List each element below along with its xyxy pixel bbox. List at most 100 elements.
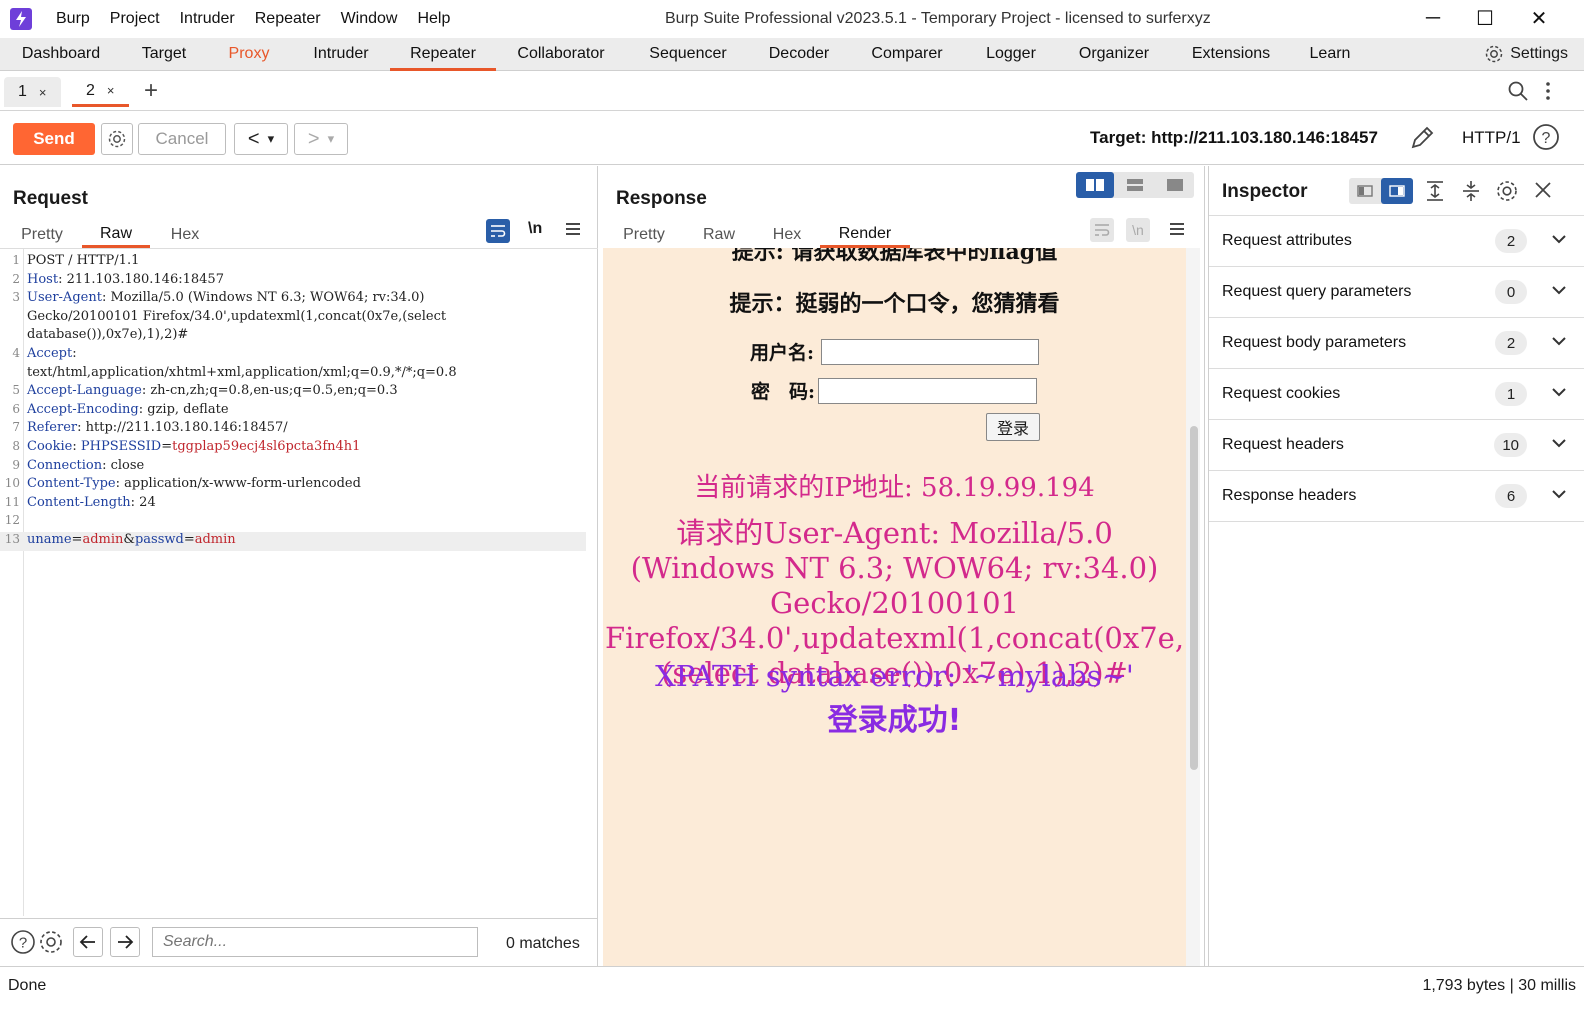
add-tab-button[interactable]: + — [144, 77, 158, 105]
code-line[interactable]: 5 Accept-Language: zh-cn,zh;q=0.8,en-us;q… — [0, 383, 586, 402]
request-tab-pretty[interactable]: Pretty — [12, 222, 72, 248]
response-tab-pretty[interactable]: Pretty — [614, 222, 674, 248]
menu-window[interactable]: Window — [331, 10, 408, 28]
password-field[interactable] — [818, 378, 1037, 404]
repeater-tab-1[interactable]: 1 × — [4, 77, 61, 107]
chevron-down-icon[interactable] — [1551, 436, 1567, 454]
request-tab-hex[interactable]: Hex — [158, 222, 212, 248]
previous-match-button[interactable] — [73, 927, 103, 957]
inspector-section[interactable]: Request body parameters 2 — [1209, 318, 1584, 369]
newline-toggle[interactable]: \n — [1126, 218, 1150, 242]
code-line[interactable]: database()),0x7e),1),2)# — [0, 327, 586, 346]
login-button[interactable]: 登录 — [986, 413, 1040, 441]
code-line[interactable]: 6 Accept-Encoding: gzip, deflate — [0, 402, 586, 421]
code-line[interactable]: 12 — [0, 513, 586, 532]
tab-intruder[interactable]: Intruder — [292, 38, 390, 70]
hamburger-menu-icon[interactable] — [565, 222, 581, 241]
tab-organizer[interactable]: Organizer — [1056, 38, 1172, 70]
close-icon[interactable] — [1533, 180, 1553, 205]
gear-icon[interactable] — [36, 927, 66, 957]
username-field[interactable] — [821, 339, 1039, 365]
tab-learn[interactable]: Learn — [1290, 38, 1370, 70]
code-line[interactable]: 4 Accept: — [0, 346, 586, 365]
code-line[interactable]: text/html,application/xhtml+xml,applicat… — [0, 365, 586, 384]
chevron-down-icon[interactable] — [1551, 334, 1567, 352]
inspector-section[interactable]: Response headers 6 — [1209, 471, 1584, 522]
render-scrollbar[interactable] — [1186, 248, 1200, 966]
code-line[interactable]: 13 uname=admin&passwd=admin — [0, 532, 586, 551]
inspector-section[interactable]: Request headers 10 — [1209, 420, 1584, 471]
code-line[interactable]: 7 Referer: http://211.103.180.146:18457/ — [0, 420, 586, 439]
collapse-all-icon[interactable] — [1461, 180, 1481, 207]
layout-top-bottom-icon[interactable] — [1116, 172, 1154, 198]
scrollbar-thumb[interactable] — [1190, 426, 1198, 770]
search-input[interactable] — [152, 927, 478, 957]
tab-proxy[interactable]: Proxy — [206, 38, 292, 70]
tab-repeater[interactable]: Repeater — [390, 38, 496, 71]
newline-toggle[interactable]: \n — [528, 220, 542, 238]
inspector-right-layout-icon[interactable] — [1381, 178, 1413, 204]
tab-logger[interactable]: Logger — [966, 38, 1056, 70]
chevron-down-icon[interactable]: ▾ — [328, 131, 335, 147]
send-button[interactable]: Send — [13, 123, 95, 155]
tab-comparer[interactable]: Comparer — [848, 38, 966, 70]
menu-burp[interactable]: Burp — [46, 10, 100, 28]
hamburger-menu-icon[interactable] — [1169, 222, 1185, 241]
help-icon[interactable]: ? — [8, 927, 38, 957]
search-icon[interactable] — [1507, 80, 1529, 107]
inspector-section[interactable]: Request query parameters 0 — [1209, 267, 1584, 318]
chevron-down-icon[interactable] — [1551, 487, 1567, 505]
word-wrap-toggle-icon[interactable] — [486, 219, 510, 243]
code-line[interactable]: 10 Content-Type: application/x-www-form-u… — [0, 476, 586, 495]
layout-tabs-icon[interactable] — [1156, 172, 1194, 198]
inspector-section[interactable]: Request cookies 1 — [1209, 369, 1584, 420]
close-tab-icon[interactable]: × — [107, 83, 115, 98]
word-wrap-toggle-icon[interactable] — [1090, 218, 1114, 242]
expand-all-icon[interactable] — [1425, 180, 1445, 207]
code-line[interactable]: 1 POST / HTTP/1.1 — [0, 253, 586, 272]
history-back-button[interactable]: < ▾ — [234, 123, 288, 155]
tab-dashboard[interactable]: Dashboard — [0, 38, 122, 70]
menu-repeater[interactable]: Repeater — [245, 10, 331, 28]
menu-intruder[interactable]: Intruder — [170, 10, 245, 28]
code-line[interactable]: 11 Content-Length: 24 — [0, 495, 586, 514]
maximize-button[interactable]: ☐ — [1462, 4, 1508, 32]
close-window-button[interactable]: ✕ — [1516, 4, 1562, 32]
response-tab-render[interactable]: Render — [820, 222, 910, 248]
history-forward-button[interactable]: > ▾ — [294, 123, 348, 155]
tab-collaborator[interactable]: Collaborator — [496, 38, 626, 70]
inspector-section[interactable]: Request attributes 2 — [1209, 216, 1584, 267]
tab-extensions[interactable]: Extensions — [1172, 38, 1290, 70]
chevron-down-icon[interactable]: ▾ — [268, 131, 275, 147]
tab-target[interactable]: Target — [122, 38, 206, 70]
request-editor[interactable]: 1 POST / HTTP/1.1 2 Host: 211.103.180.146:1… — [0, 248, 598, 916]
menu-help[interactable]: Help — [407, 10, 460, 28]
code-line[interactable]: 3 User-Agent: Mozilla/5.0 (Windows NT 6.3… — [0, 290, 586, 309]
chevron-down-icon[interactable] — [1551, 232, 1567, 250]
response-tab-hex[interactable]: Hex — [764, 222, 810, 248]
close-tab-icon[interactable]: × — [39, 85, 47, 100]
settings-button[interactable]: Settings — [1484, 38, 1568, 70]
send-settings-button[interactable] — [101, 123, 133, 155]
layout-side-by-side-icon[interactable] — [1076, 172, 1114, 198]
help-icon[interactable]: ? — [1532, 123, 1560, 156]
edit-target-icon[interactable] — [1408, 124, 1436, 157]
request-tab-raw[interactable]: Raw — [82, 222, 150, 248]
next-match-button[interactable] — [110, 927, 140, 957]
minimize-button[interactable]: ─ — [1410, 4, 1456, 32]
code-line[interactable]: 2 Host: 211.103.180.146:18457 — [0, 272, 586, 291]
code-line[interactable]: 8 Cookie: PHPSESSID=tggplap59ecj4sl6pcta3… — [0, 439, 586, 458]
cancel-button[interactable]: Cancel — [138, 123, 226, 155]
gear-icon[interactable] — [1495, 179, 1519, 208]
chevron-down-icon[interactable] — [1551, 283, 1567, 301]
http-version-selector[interactable]: HTTP/1 — [1462, 128, 1521, 148]
code-line[interactable]: 9 Connection: close — [0, 458, 586, 477]
code-line[interactable]: Gecko/20100101 Firefox/34.0',updatexml(1… — [0, 309, 586, 328]
repeater-tab-2[interactable]: 2 × — [72, 77, 129, 107]
chevron-down-icon[interactable] — [1551, 385, 1567, 403]
more-options-icon[interactable] — [1543, 81, 1553, 106]
response-tab-raw[interactable]: Raw — [696, 222, 742, 248]
tab-sequencer[interactable]: Sequencer — [626, 38, 750, 70]
tab-decoder[interactable]: Decoder — [750, 38, 848, 70]
inspector-left-layout-icon[interactable] — [1349, 178, 1381, 204]
